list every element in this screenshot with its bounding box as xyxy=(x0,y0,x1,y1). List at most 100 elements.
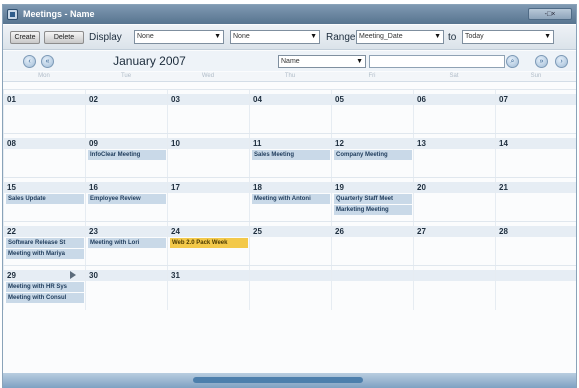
calendar-day-cell[interactable]: 09 InfoClear Meeting xyxy=(85,134,167,178)
calendar-event[interactable]: Meeting with Lori xyxy=(88,238,166,248)
filter-select[interactable]: Name ▼ xyxy=(278,55,366,68)
calendar-day-cell[interactable]: 11 Sales Meeting xyxy=(249,134,331,178)
weekday-header: Fri xyxy=(368,73,376,79)
calendar-week-row: 22 Software Release St Meeting with Mariya… xyxy=(3,221,577,266)
calendar-day-cell[interactable]: 20 xyxy=(413,178,495,222)
calendar-event[interactable]: Company Meeting xyxy=(334,150,412,160)
calendar-day-cell[interactable]: 13 xyxy=(413,134,495,178)
calendar-event[interactable]: Sales Update xyxy=(6,194,84,204)
more-events-icon[interactable] xyxy=(70,271,76,279)
calendar-day-cell[interactable]: 02 xyxy=(85,90,167,134)
calendar-day-cell[interactable]: 03 xyxy=(167,90,249,134)
calendar-day-cell[interactable]: 26 xyxy=(331,222,413,266)
to-label: to xyxy=(448,32,457,43)
day-number: 15 xyxy=(7,183,16,192)
display-select-1[interactable]: None ▼ xyxy=(134,30,224,44)
to-select[interactable]: Today ▼ xyxy=(462,30,554,44)
calendar-day-cell[interactable]: 14 xyxy=(495,134,577,178)
day-number: 19 xyxy=(335,183,344,192)
day-number: 24 xyxy=(171,227,180,236)
range-select-value: Meeting_Date xyxy=(359,33,403,40)
calendar-day-cell[interactable]: 16 Employee Review xyxy=(85,178,167,222)
create-button[interactable]: Create xyxy=(10,31,40,44)
range-select[interactable]: Meeting_Date ▼ xyxy=(356,30,444,44)
display-select-2[interactable]: None ▼ xyxy=(230,30,320,44)
calendar-day-cell[interactable]: 05 xyxy=(331,90,413,134)
calendar-event[interactable]: Meeting with Consul xyxy=(6,293,84,303)
day-number: 25 xyxy=(253,227,262,236)
weekday-header: Wed xyxy=(201,73,215,79)
calendar-event[interactable]: Employee Review xyxy=(88,194,166,204)
calendar-event[interactable]: Marketing Meeting xyxy=(334,205,412,215)
calendar-week-row: 15 Sales Update 16 Employee Review 17 18 Meeti… xyxy=(3,177,577,222)
calendar-day-cell[interactable]: 24 Web 2.0 Pack Week xyxy=(167,222,249,266)
calendar-day-cell[interactable]: 27 xyxy=(413,222,495,266)
day-number: 28 xyxy=(499,227,508,236)
calendar-day-cell[interactable]: 17 xyxy=(167,178,249,222)
calendar-event[interactable]: InfoClear Meeting xyxy=(88,150,166,160)
search-input[interactable] xyxy=(369,55,505,68)
display-select-1-value: None xyxy=(137,33,154,40)
range-label: Range xyxy=(326,32,356,43)
calendar-day-cell[interactable]: 15 Sales Update xyxy=(3,178,85,222)
calendar-event[interactable]: Quarterly Staff Meet xyxy=(334,194,412,204)
weekday-header: Sun xyxy=(530,73,542,79)
filter-select-value: Name xyxy=(281,58,300,65)
calendar-day-cell[interactable] xyxy=(331,266,413,310)
next-month-button[interactable]: › xyxy=(555,55,568,68)
calendar-day-cell[interactable]: 04 xyxy=(249,90,331,134)
day-number: 20 xyxy=(417,183,426,192)
day-number: 02 xyxy=(89,95,98,104)
calendar-day-cell[interactable]: 07 xyxy=(495,90,577,134)
calendar-day-cell[interactable] xyxy=(249,266,331,310)
to-select-value: Today xyxy=(465,33,484,40)
calendar-day-cell[interactable]: 28 xyxy=(495,222,577,266)
calendar-day-cell[interactable]: 22 Software Release St Meeting with Mariya xyxy=(3,222,85,266)
next-year-button[interactable]: » xyxy=(535,55,548,68)
calendar-event[interactable]: Sales Meeting xyxy=(252,150,330,160)
calendar-event[interactable]: Software Release St xyxy=(6,238,84,248)
calendar-day-cell[interactable]: 23 Meeting with Lori xyxy=(85,222,167,266)
calendar-event[interactable]: Web 2.0 Pack Week xyxy=(170,238,248,248)
calendar-day-cell[interactable]: 19 Quarterly Staff Meet Marketing Meeting xyxy=(331,178,413,222)
chevron-down-icon: ▼ xyxy=(356,58,363,65)
day-number: 03 xyxy=(171,95,180,104)
window-controls[interactable]: -□× xyxy=(528,8,572,20)
display-label: Display xyxy=(89,32,122,43)
day-number: 14 xyxy=(499,139,508,148)
chevron-down-icon: ▼ xyxy=(434,33,441,40)
status-band xyxy=(193,377,363,383)
calendar-day-cell[interactable]: 21 xyxy=(495,178,577,222)
calendar-day-cell[interactable]: 01 xyxy=(3,90,85,134)
weekday-header-row: Mon Tue Wed Thu Fri Sat Sun xyxy=(3,72,576,82)
calendar-day-cell[interactable]: 12 Company Meeting xyxy=(331,134,413,178)
day-number: 17 xyxy=(171,183,180,192)
calendar-day-cell[interactable] xyxy=(495,266,577,310)
day-number: 21 xyxy=(499,183,508,192)
calendar-event[interactable]: Meeting with HR Sys xyxy=(6,282,84,292)
day-number: 22 xyxy=(7,227,16,236)
day-number: 04 xyxy=(253,95,262,104)
search-icon[interactable]: ⌕ xyxy=(506,55,519,68)
calendar-window: Meetings - Name -□× Create Delete Displa… xyxy=(2,4,577,388)
toolbar: Create Delete Display None ▼ None ▼ Rang… xyxy=(3,25,576,50)
calendar-day-cell[interactable]: 10 xyxy=(167,134,249,178)
month-grid: 01 02 03 04 05 06 07 08 09 InfoClear Meeting 10 11 S… xyxy=(3,89,576,371)
calendar-day-cell[interactable] xyxy=(413,266,495,310)
delete-button[interactable]: Delete xyxy=(44,31,84,44)
day-number: 16 xyxy=(89,183,98,192)
calendar-day-cell[interactable]: 31 xyxy=(167,266,249,310)
weekday-header: Tue xyxy=(120,73,132,79)
title-bar[interactable]: Meetings - Name -□× xyxy=(3,5,576,24)
calendar-day-cell[interactable]: 08 xyxy=(3,134,85,178)
day-number: 07 xyxy=(499,95,508,104)
calendar-event[interactable]: Meeting with Mariya xyxy=(6,249,84,259)
calendar-day-cell[interactable]: 30 xyxy=(85,266,167,310)
calendar-day-cell[interactable]: 25 xyxy=(249,222,331,266)
calendar-event[interactable]: Meeting with Antoni xyxy=(252,194,330,204)
calendar-day-cell[interactable]: 06 xyxy=(413,90,495,134)
display-select-2-value: None xyxy=(233,33,250,40)
calendar-day-cell[interactable]: 29 Meeting with HR Sys Meeting with Consul xyxy=(3,266,85,310)
month-title-text: January 2007 xyxy=(113,54,186,68)
calendar-day-cell[interactable]: 18 Meeting with Antoni xyxy=(249,178,331,222)
